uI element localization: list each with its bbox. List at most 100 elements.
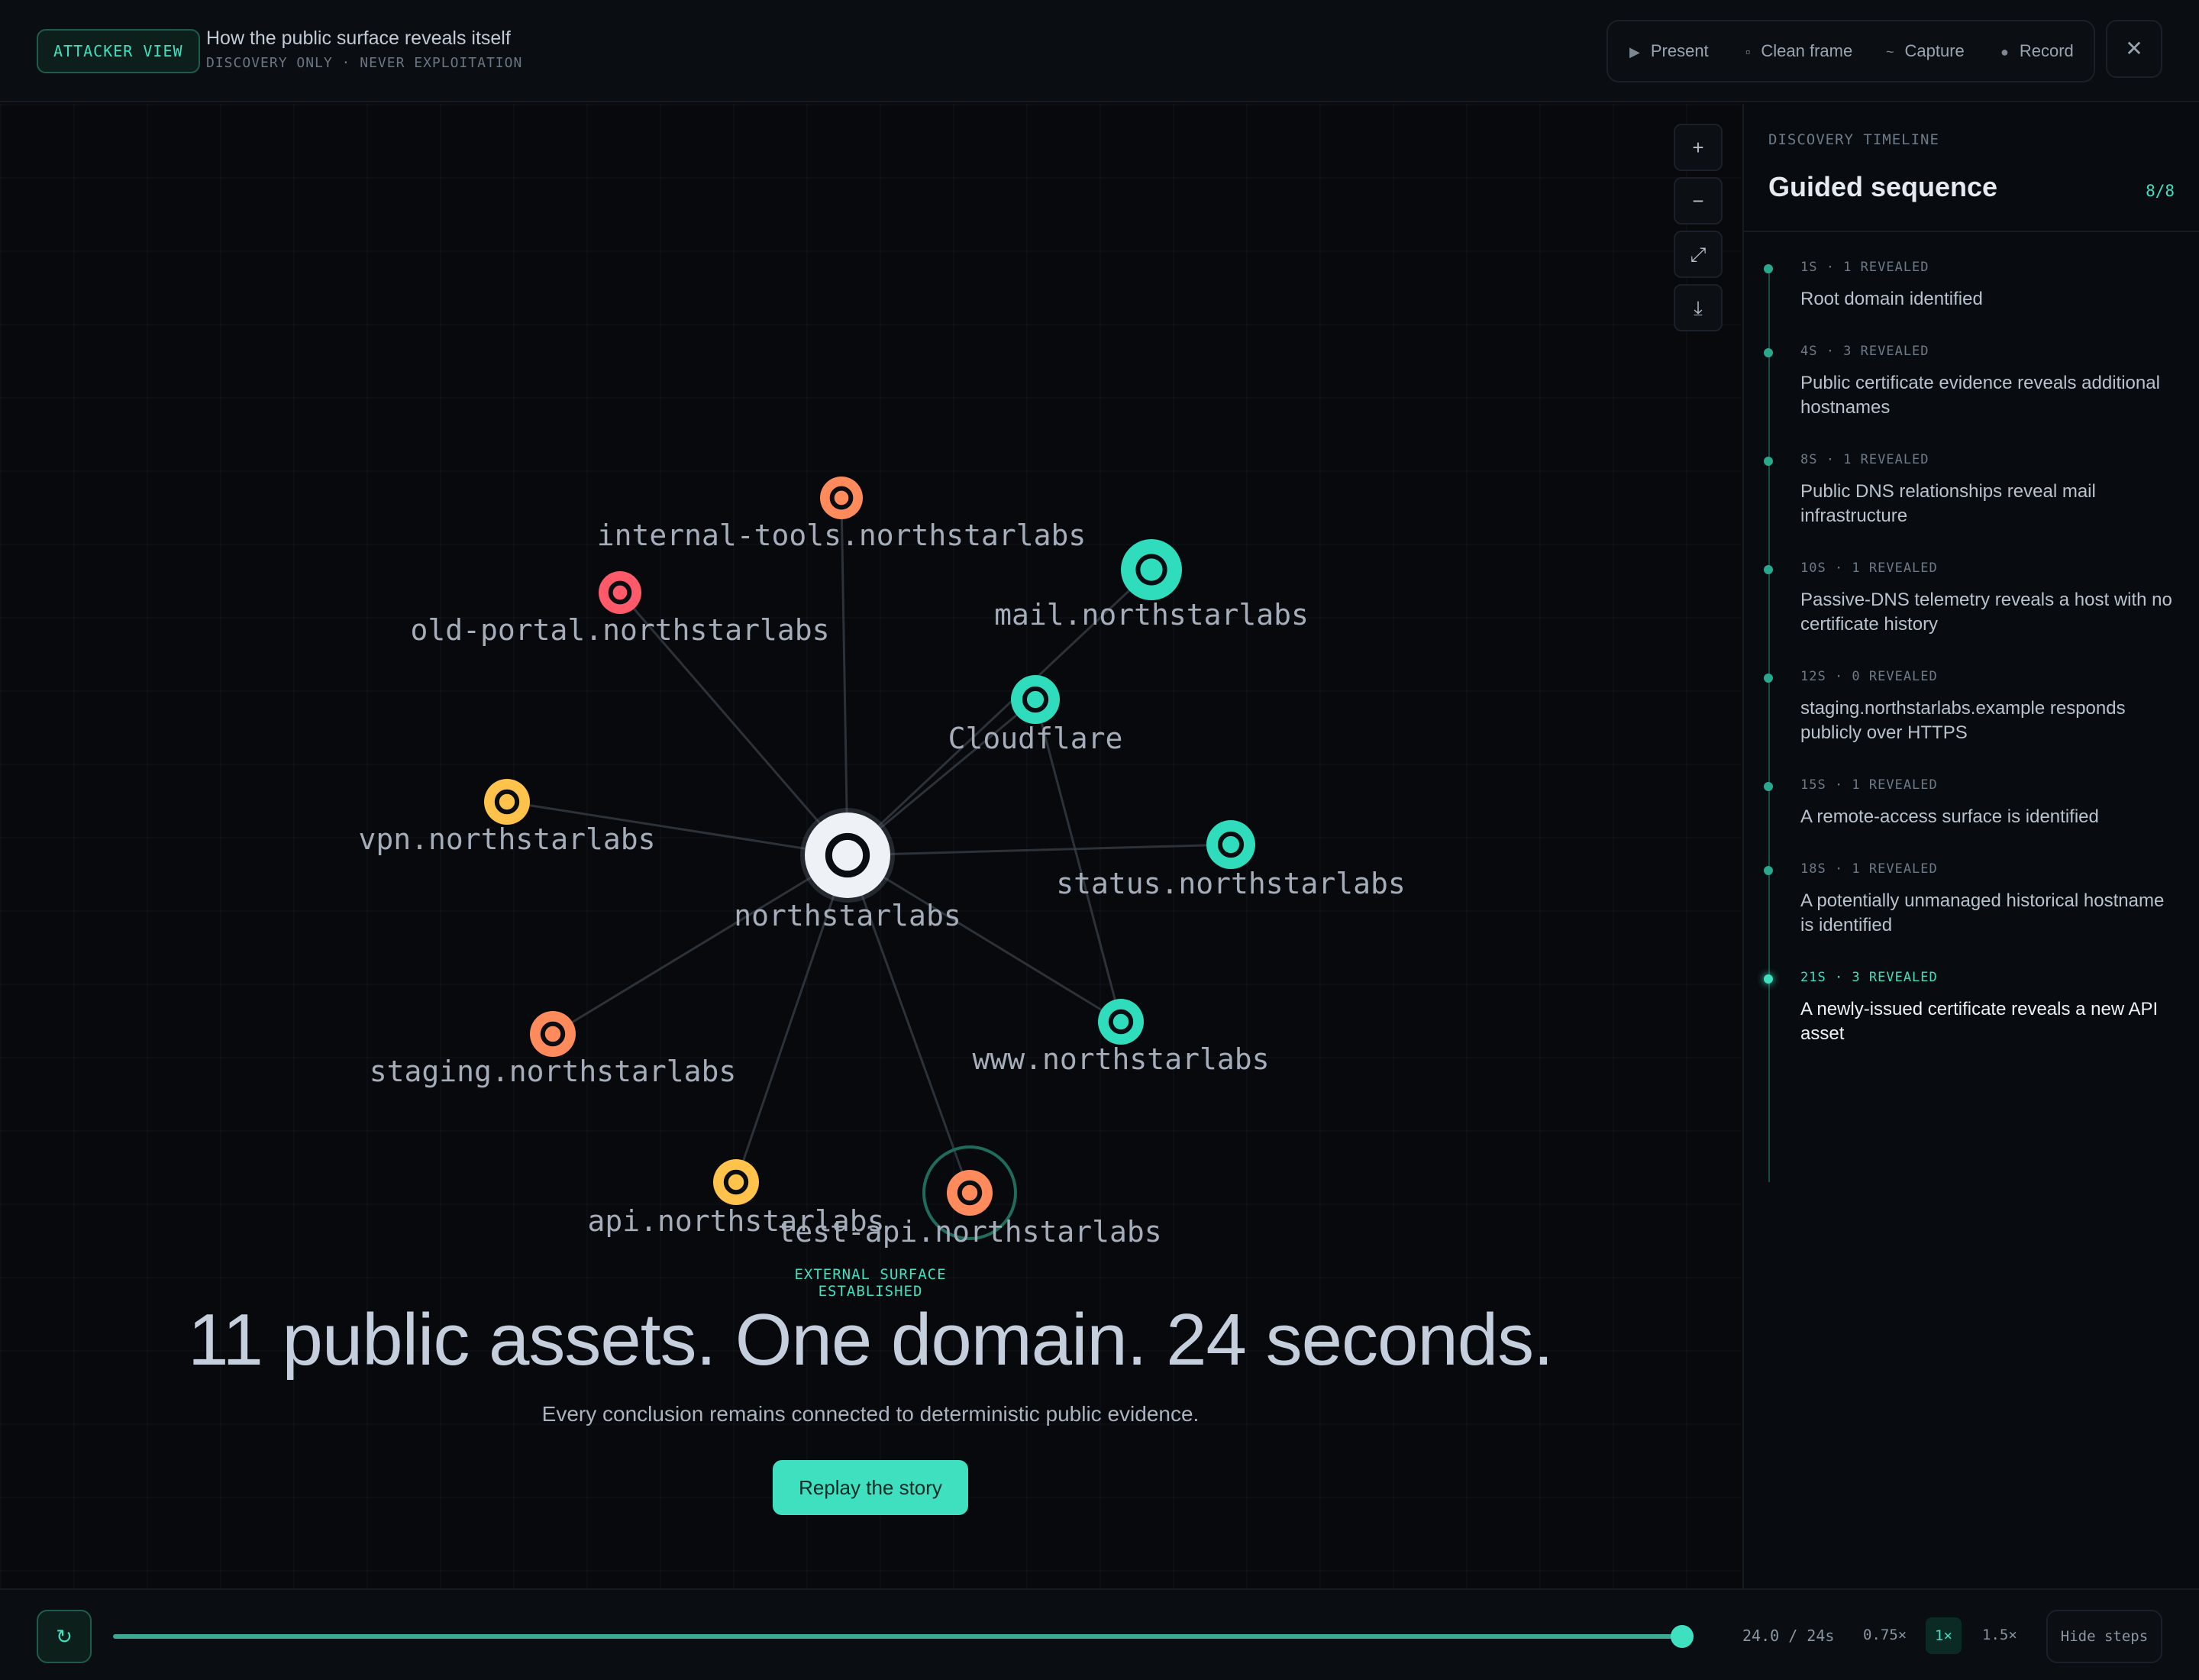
speed-option[interactable]: 0.75×: [1863, 1627, 1907, 1643]
node-label: status.northstarlabs: [1056, 867, 1406, 900]
step-text: A potentially unmanaged historical hostn…: [1800, 890, 2165, 935]
summary-subline: Every conclusion remains connected to de…: [541, 1402, 1200, 1426]
timeline-step[interactable]: 12S · 0 REVEALED staging.northstarlabs.e…: [1764, 669, 2182, 745]
capture-button[interactable]: ~ Capture: [1886, 41, 1965, 61]
clean-frame-button[interactable]: ▫ Clean frame: [1745, 41, 1852, 61]
page-subtitle: DISCOVERY ONLY · NEVER EXPLOITATION: [206, 55, 523, 71]
zoom-out-button[interactable]: −: [1674, 177, 1723, 225]
graph-node-staging[interactable]: staging.northstarlabs: [370, 1011, 736, 1088]
capture-icon: ~: [1886, 44, 1894, 60]
expand-icon: ⤢: [1690, 243, 1707, 266]
step-counter: 8/8: [2146, 182, 2175, 200]
timeline-title: Guided sequence: [1768, 171, 1998, 202]
timeline-step-active[interactable]: 21S · 3 REVEALED A newly-issued certific…: [1764, 970, 2182, 1046]
timeline-step[interactable]: 4S · 3 REVEALED Public certificate evide…: [1764, 344, 2182, 420]
timeline-step[interactable]: 18S · 1 REVEALED A potentially unmanaged…: [1764, 861, 2182, 938]
step-dot-icon: [1764, 457, 1773, 466]
node-circle: [1206, 820, 1255, 869]
node-label: test-api.northstarlabs: [777, 1215, 1161, 1249]
graph-node-cloudflare[interactable]: Cloudflare: [948, 675, 1123, 755]
timeline-scrubber[interactable]: [113, 1634, 1681, 1639]
step-meta: 18S · 1 REVEALED: [1800, 861, 1938, 877]
step-meta: 15S · 1 REVEALED: [1800, 777, 1938, 793]
timeline-kicker: DISCOVERY TIMELINE: [1768, 131, 1939, 148]
step-meta: 1S · 1 REVEALED: [1800, 260, 1929, 275]
top-header: ATTACKER VIEW How the public surface rev…: [0, 0, 2199, 102]
timeline-step[interactable]: 15S · 1 REVEALED A remote-access surface…: [1764, 777, 2182, 829]
node-label: old-portal.northstarlabs: [410, 613, 829, 647]
presentation-controls: ▶ Present ▫ Clean frame ~ Capture ● Record: [1606, 20, 2095, 82]
graph-node-internal-tools[interactable]: internal-tools.northstarlabs: [597, 477, 1087, 552]
node-circle: [1011, 675, 1060, 724]
minus-icon: −: [1692, 189, 1704, 212]
present-label: Present: [1650, 41, 1709, 60]
node-circle: [820, 477, 863, 519]
step-dot-icon: [1764, 348, 1773, 357]
node-circle: [805, 813, 890, 898]
step-dot-icon: [1764, 782, 1773, 791]
download-button[interactable]: ⤓: [1674, 284, 1723, 331]
present-button[interactable]: ▶ Present: [1629, 41, 1709, 61]
hide-steps-button[interactable]: Hide steps: [2046, 1610, 2162, 1663]
node-circle: [484, 779, 530, 825]
plus-icon: +: [1692, 136, 1704, 159]
zoom-in-button[interactable]: +: [1674, 124, 1723, 171]
step-dot-icon: [1764, 974, 1773, 984]
summary-headline: 11 public assets. One domain. 24 seconds…: [188, 1299, 1554, 1381]
node-circle: [713, 1159, 759, 1205]
node-label: vpn.northstarlabs: [359, 822, 656, 856]
node-circle: [1098, 999, 1144, 1045]
step-meta: 10S · 1 REVEALED: [1800, 561, 1938, 576]
graph-node-mail[interactable]: mail.northstarlabs: [994, 539, 1309, 632]
step-dot-icon: [1764, 565, 1773, 574]
discovery-timeline-panel: DISCOVERY TIMELINE Guided sequence 8/8 1…: [1742, 104, 2199, 1588]
app-root: ATTACKER VIEW How the public surface rev…: [0, 0, 2199, 1680]
node-circle: [599, 571, 641, 614]
attacker-view-badge[interactable]: ATTACKER VIEW: [37, 29, 200, 73]
capture-label: Capture: [1904, 41, 1965, 60]
record-icon: ●: [2000, 44, 2009, 60]
node-label: Cloudflare: [948, 722, 1123, 755]
speed-option[interactable]: 1.5×: [1982, 1627, 2017, 1643]
download-icon: ⤓: [1694, 296, 1703, 319]
step-dot-icon: [1764, 674, 1773, 683]
step-text: Passive-DNS telemetry reveals a host wit…: [1800, 590, 2172, 635]
clean-frame-label: Clean frame: [1761, 41, 1853, 60]
play-icon: ▶: [1629, 44, 1640, 60]
node-circle: [1121, 539, 1182, 600]
graph-node-www[interactable]: www.northstarlabs: [973, 999, 1270, 1076]
step-text: A remote-access surface is identified: [1800, 806, 2099, 827]
scrubber-handle[interactable]: [1671, 1625, 1694, 1648]
node-label: northstarlabs: [734, 899, 961, 932]
node-circle: [947, 1170, 993, 1216]
step-text: staging.northstarlabs.example responds p…: [1800, 698, 2126, 743]
graph-node-root[interactable]: northstarlabs: [734, 808, 961, 932]
loop-icon: ↻: [56, 1625, 73, 1648]
timeline-step[interactable]: 8S · 1 REVEALED Public DNS relationships…: [1764, 452, 2182, 528]
record-label: Record: [2019, 41, 2074, 60]
step-dot-icon: [1764, 264, 1773, 273]
close-icon: ✕: [2125, 37, 2143, 60]
node-label: mail.northstarlabs: [994, 598, 1309, 632]
restart-button[interactable]: ↻: [37, 1610, 92, 1663]
step-meta: 4S · 3 REVEALED: [1800, 344, 1929, 359]
fit-view-button[interactable]: ⤢: [1674, 231, 1723, 278]
step-text: Root domain identified: [1800, 289, 1983, 309]
replay-button[interactable]: Replay the story: [773, 1460, 968, 1515]
page-title: How the public surface reveals itself: [206, 27, 511, 49]
playback-bar: ↻ 24.0 / 24s 0.75× 1× 1.5× Hide steps: [0, 1588, 2199, 1680]
close-button[interactable]: ✕: [2106, 20, 2162, 78]
step-text: A newly-issued certificate reveals a new…: [1800, 999, 2159, 1044]
node-label: www.northstarlabs: [973, 1042, 1270, 1076]
record-button[interactable]: ● Record: [2000, 41, 2074, 61]
timeline-step[interactable]: 10S · 1 REVEALED Passive-DNS telemetry r…: [1764, 561, 2182, 637]
step-dot-icon: [1764, 866, 1773, 875]
timeline-rail: [1768, 266, 1770, 1182]
timeline-step[interactable]: 1S · 1 REVEALED Root domain identified: [1764, 260, 2182, 312]
graph-node-status[interactable]: status.northstarlabs: [1056, 820, 1406, 900]
step-meta: 8S · 1 REVEALED: [1800, 452, 1929, 467]
graph-node-old-portal[interactable]: old-portal.northstarlabs: [410, 571, 830, 647]
speed-option-active[interactable]: 1×: [1926, 1617, 1962, 1654]
graph-node-test-api[interactable]: test-api.northstarlabs: [777, 1145, 1162, 1249]
step-meta: 21S · 3 REVEALED: [1800, 970, 1938, 985]
